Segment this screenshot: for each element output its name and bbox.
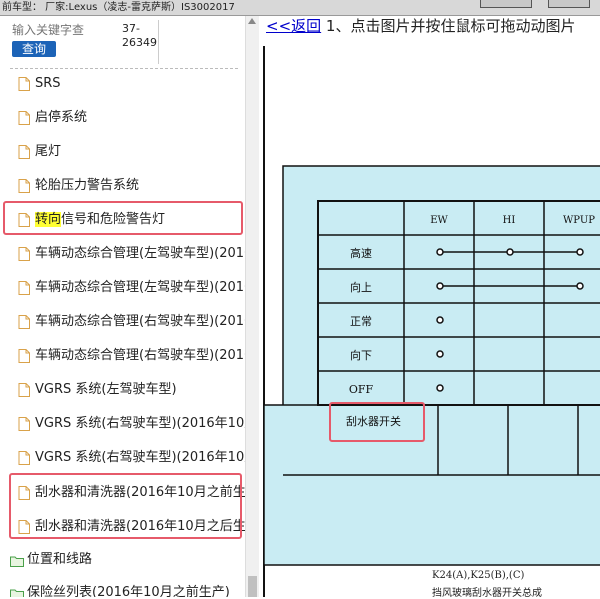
diagram-outer-box (263, 404, 600, 566)
connection-dot (576, 282, 584, 290)
tree-item-label: 车辆动态综合管理(左驾驶车型)(2016 (35, 246, 246, 261)
tree-file-item[interactable]: VGRS 系统(右驾驶车型)(2016年10月 (18, 413, 246, 435)
annotation-box-wiper (9, 473, 242, 539)
tree-item-label: 车辆动态综合管理(左驾驶车型)(2016 (35, 280, 246, 295)
scroll-up-icon[interactable] (248, 18, 256, 24)
document-icon (18, 77, 30, 95)
switch-label: 刮水器开关 (346, 414, 401, 428)
tree-file-item[interactable]: 车辆动态综合管理(左驾驶车型)(2016 (18, 243, 246, 265)
tree-file-item[interactable]: 车辆动态综合管理(右驾驶车型)(2016 (18, 345, 246, 367)
doc-code: 37-26349 (122, 22, 157, 49)
connection-dot (436, 248, 444, 256)
scroll-thumb[interactable] (248, 576, 257, 597)
document-icon (18, 383, 30, 401)
folder-icon (10, 586, 24, 597)
connection-dot (436, 350, 444, 358)
row-label: 向下 (350, 348, 372, 362)
document-icon (18, 417, 30, 435)
search-input[interactable] (12, 22, 112, 38)
document-icon (18, 179, 30, 197)
connection-dot (436, 282, 444, 290)
connector-label: K24(A),K25(B),(C) (432, 570, 525, 581)
tree-file-item[interactable]: VGRS 系统(右驾驶车型)(2016年10月 (18, 447, 246, 469)
tree-item-label: 保险丝列表(2016年10月之前生产) (27, 585, 230, 597)
row-label: 正常 (350, 315, 372, 328)
tree-file-item[interactable]: 车辆动态综合管理(右驾驶车型)(2016 (18, 311, 246, 333)
top-bar: 前车型： 厂家:Lexus（凌志-雷克萨斯）IS3002017 (0, 0, 600, 16)
divider (10, 68, 238, 69)
document-icon (18, 111, 30, 129)
connection-dot (436, 384, 444, 392)
document-icon (18, 281, 30, 299)
vehicle-title: 前车型： 厂家:Lexus（凌志-雷克萨斯）IS3002017 (2, 2, 235, 13)
row-label: 高速 (350, 246, 372, 260)
tree-item-label: 车辆动态综合管理(右驾驶车型)(2016 (35, 348, 246, 363)
search-button[interactable]: 查询 (12, 41, 56, 57)
document-icon (18, 145, 30, 163)
document-icon (18, 247, 30, 265)
tree-folder-item[interactable]: 保险丝列表(2016年10月之前生产) (10, 582, 238, 597)
folder-icon (10, 553, 24, 571)
annotation-box-turn-signal (3, 201, 243, 235)
search-area: 查询 37-26349 (0, 16, 245, 72)
connection-dot (436, 316, 444, 324)
tree-item-label: SRS (35, 76, 61, 91)
wiper-switch-diagram[interactable]: EW HI WPUP 高速向上正常向下 OFF 刮水器开关 (260, 16, 600, 597)
left-scrollbar[interactable] (245, 16, 259, 597)
column-header: WPUP (563, 215, 595, 226)
connection-dot (576, 248, 584, 256)
row-label: OFF (349, 383, 374, 396)
tree-file-item[interactable]: SRS (18, 73, 246, 95)
tree-item-label: VGRS 系统(右驾驶车型)(2016年10月 (35, 416, 246, 431)
tree-item-label: VGRS 系统(右驾驶车型)(2016年10月 (35, 450, 246, 465)
left-panel: 查询 37-26349 SRS启停系统尾灯轮胎压力警告系统转向信号和危险警告灯车… (0, 16, 258, 597)
tree-file-item[interactable]: 车辆动态综合管理(左驾驶车型)(2016 (18, 277, 246, 299)
tree-file-item[interactable]: 轮胎压力警告系统 (18, 175, 246, 197)
tree-item-label: 位置和线路 (27, 552, 93, 567)
tree-item-label: 尾灯 (35, 144, 62, 159)
connection-dot (506, 248, 514, 256)
document-icon (18, 451, 30, 469)
tree-item-label: VGRS 系统(左驾驶车型) (35, 382, 177, 397)
tree-file-item[interactable]: VGRS 系统(左驾驶车型) (18, 379, 246, 401)
document-icon (18, 349, 30, 367)
tree-folder-item[interactable]: 位置和线路 (10, 549, 238, 571)
row-label: 向上 (350, 280, 372, 294)
toolbar-button-1[interactable] (480, 0, 532, 8)
tree-item-label: 轮胎压力警告系统 (35, 178, 140, 193)
toolbar-button-2[interactable] (548, 0, 590, 8)
tree-item-label: 车辆动态综合管理(右驾驶车型)(2016 (35, 314, 246, 329)
tree-file-item[interactable]: 启停系统 (18, 107, 246, 129)
column-header: HI (503, 215, 516, 226)
document-icon (18, 315, 30, 333)
tree-file-item[interactable]: 尾灯 (18, 141, 246, 163)
column-header: EW (430, 215, 448, 226)
right-panel: <<返回 1、点击图片并按住鼠标可拖动动图片 EW HI WPUP 高速 向上 正常 向下 O… (260, 16, 600, 597)
tree-item-label: 启停系统 (35, 110, 88, 125)
